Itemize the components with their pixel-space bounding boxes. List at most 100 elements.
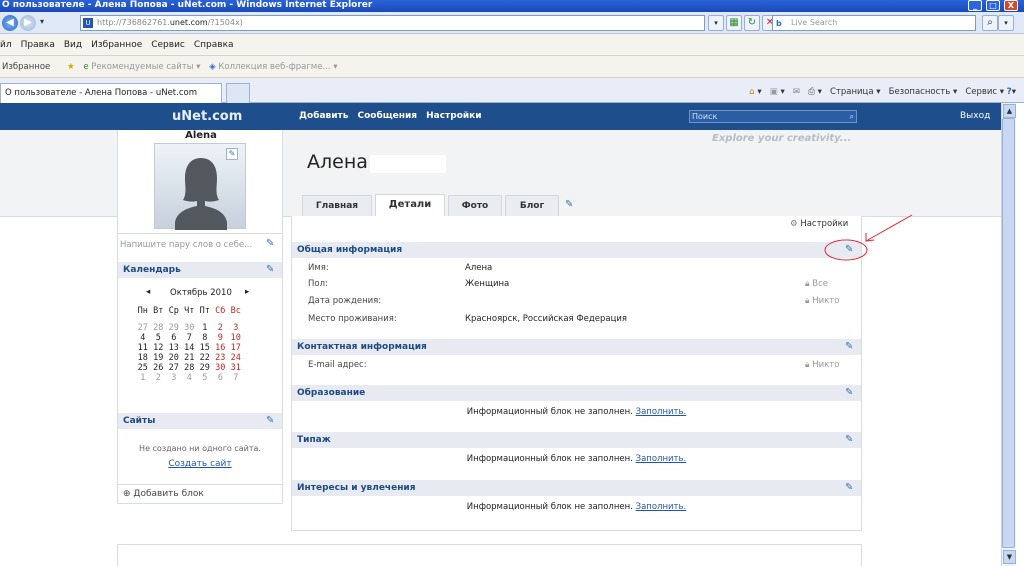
calendar-next-button[interactable]: ▸ — [245, 287, 249, 297]
edit-sites-pencil-icon[interactable]: ✎ — [266, 413, 274, 429]
privacy-nobody[interactable]: 🔒︎ Никто — [805, 358, 839, 372]
privacy-nobody[interactable]: 🔒︎ Никто — [805, 294, 839, 308]
calendar-day[interactable]: 6 — [213, 373, 229, 383]
calendar-day[interactable]: 28 — [182, 363, 198, 373]
calendar-day[interactable]: 18 — [135, 353, 151, 363]
calendar-day[interactable]: 16 — [213, 343, 229, 353]
scroll-down-icon[interactable]: ▼ — [1003, 550, 1016, 564]
create-site-link[interactable]: Создать сайт — [118, 459, 282, 469]
compat-view-icon[interactable]: ▦ — [726, 15, 742, 31]
calendar-day[interactable]: 25 — [135, 363, 151, 373]
calendar-day[interactable]: 29 — [166, 323, 182, 333]
calendar-day[interactable]: 23 — [213, 353, 229, 363]
feeds-icon[interactable]: ▣ — [770, 87, 778, 97]
calendar-day[interactable]: 10 — [228, 333, 244, 343]
calendar-day[interactable]: 13 — [166, 343, 182, 353]
calendar-day[interactable]: 27 — [135, 323, 151, 333]
minimize-button[interactable]: _ — [968, 0, 982, 11]
calendar-day[interactable]: 27 — [166, 363, 182, 373]
calendar-day[interactable]: 9 — [213, 333, 229, 343]
scroll-up-icon[interactable]: ▲ — [1003, 104, 1016, 118]
web-slice-gallery-link[interactable]: Коллекция веб-фрагме... ▾ — [218, 62, 337, 72]
edit-education-pencil-icon[interactable]: ✎ — [845, 385, 853, 401]
logout-link[interactable]: Выход — [960, 111, 990, 121]
address-dropdown-icon[interactable]: ▾ — [708, 15, 724, 31]
page-menu[interactable]: Страница ▾ — [830, 87, 881, 97]
tab-details[interactable]: Детали — [375, 194, 445, 216]
nav-messages[interactable]: Сообщения — [357, 111, 417, 121]
calendar-day[interactable]: 11 — [135, 343, 151, 353]
calendar-day[interactable]: 3 — [166, 373, 182, 383]
add-block-button[interactable]: ⊕ Добавить блок — [123, 489, 204, 499]
edit-tabs-pencil-icon[interactable]: ✎ — [565, 199, 573, 210]
tab-photo[interactable]: Фото — [448, 195, 502, 216]
fill-education-link[interactable]: Заполнить. — [636, 407, 687, 417]
fill-interests-link[interactable]: Заполнить. — [636, 502, 687, 512]
safety-menu[interactable]: Безопасность ▾ — [889, 87, 958, 97]
calendar-day[interactable]: 21 — [182, 353, 198, 363]
calendar-day[interactable]: 1 — [197, 323, 213, 333]
calendar-day[interactable]: 5 — [151, 333, 167, 343]
profile-settings-button[interactable]: ⚙ Настройки — [790, 219, 848, 229]
fill-type-link[interactable]: Заполнить. — [636, 454, 687, 464]
calendar-day[interactable]: 15 — [197, 343, 213, 353]
calendar-day[interactable]: 31 — [228, 363, 244, 373]
live-search-input[interactable]: b Live Search — [772, 15, 976, 31]
history-dropdown-icon[interactable]: ▾ — [40, 17, 44, 26]
edit-avatar-icon[interactable]: ✎ — [226, 148, 238, 160]
home-icon[interactable]: ⌂ — [749, 87, 754, 97]
site-logo[interactable]: uNet.com — [172, 109, 242, 124]
calendar-prev-button[interactable]: ◂ — [146, 287, 150, 297]
edit-contact-pencil-icon[interactable]: ✎ — [845, 339, 853, 355]
site-search-icon[interactable]: ⌕ — [850, 111, 854, 122]
calendar-day[interactable]: 3 — [228, 323, 244, 333]
site-search-input[interactable]: Поиск ⌕ — [689, 110, 857, 123]
edit-interests-pencil-icon[interactable]: ✎ — [845, 480, 853, 496]
edit-status-pencil-icon[interactable]: ✎ — [266, 238, 274, 249]
calendar-day[interactable]: 30 — [182, 323, 198, 333]
calendar-day[interactable]: 12 — [151, 343, 167, 353]
calendar-day[interactable]: 19 — [151, 353, 167, 363]
calendar-day[interactable]: 7 — [182, 333, 198, 343]
maximize-button[interactable]: □ — [986, 0, 1000, 11]
calendar-day[interactable]: 30 — [213, 363, 229, 373]
calendar-day[interactable]: 24 — [228, 353, 244, 363]
close-button[interactable]: X — [1004, 0, 1018, 11]
calendar-day[interactable]: 22 — [197, 353, 213, 363]
calendar-day[interactable]: 2 — [151, 373, 167, 383]
menu-tools[interactable]: Сервис — [151, 40, 185, 50]
calendar-day[interactable]: 8 — [197, 333, 213, 343]
calendar-day[interactable]: 5 — [197, 373, 213, 383]
calendar-day[interactable]: 2 — [213, 323, 229, 333]
edit-calendar-pencil-icon[interactable]: ✎ — [266, 262, 274, 278]
calendar-day[interactable]: 20 — [166, 353, 182, 363]
back-icon[interactable]: ◀ — [2, 15, 18, 31]
status-prompt[interactable]: Напишите пару слов о себе... — [120, 240, 252, 250]
print-icon[interactable]: ⎙ — [808, 87, 815, 97]
forward-icon[interactable]: ▶ — [20, 15, 36, 31]
calendar-day[interactable]: 4 — [135, 333, 151, 343]
add-favorite-star-icon[interactable]: ★ — [67, 62, 75, 72]
help-icon[interactable]: ? — [1007, 87, 1012, 97]
scrollbar-thumb[interactable] — [1002, 118, 1015, 548]
calendar-day[interactable]: 7 — [228, 373, 244, 383]
calendar-day[interactable]: 14 — [182, 343, 198, 353]
nav-add[interactable]: Добавить — [299, 111, 348, 121]
menu-help[interactable]: Справка — [194, 40, 234, 50]
suggested-sites-link[interactable]: Рекомендуемые сайты ▾ — [91, 62, 200, 72]
new-tab-button[interactable] — [226, 83, 250, 103]
calendar-day[interactable]: 6 — [166, 333, 182, 343]
search-options-icon[interactable]: ▾ — [998, 15, 1014, 31]
favorites-button[interactable]: Избранное — [2, 62, 50, 72]
menu-view[interactable]: Вид — [64, 40, 82, 50]
calendar-day[interactable]: 4 — [182, 373, 198, 383]
address-bar[interactable]: Uhttp://736862761.unet.com/?1504x) — [80, 15, 705, 31]
calendar-day[interactable]: 29 — [197, 363, 213, 373]
calendar-day[interactable]: 26 — [151, 363, 167, 373]
search-icon[interactable]: ⌕ — [982, 15, 998, 31]
tools-menu[interactable]: Сервис ▾ — [965, 87, 1004, 97]
calendar-day[interactable]: 28 — [151, 323, 167, 333]
calendar-day[interactable]: 17 — [228, 343, 244, 353]
edit-type-pencil-icon[interactable]: ✎ — [845, 432, 853, 448]
refresh-icon[interactable]: ↻ — [744, 15, 760, 31]
